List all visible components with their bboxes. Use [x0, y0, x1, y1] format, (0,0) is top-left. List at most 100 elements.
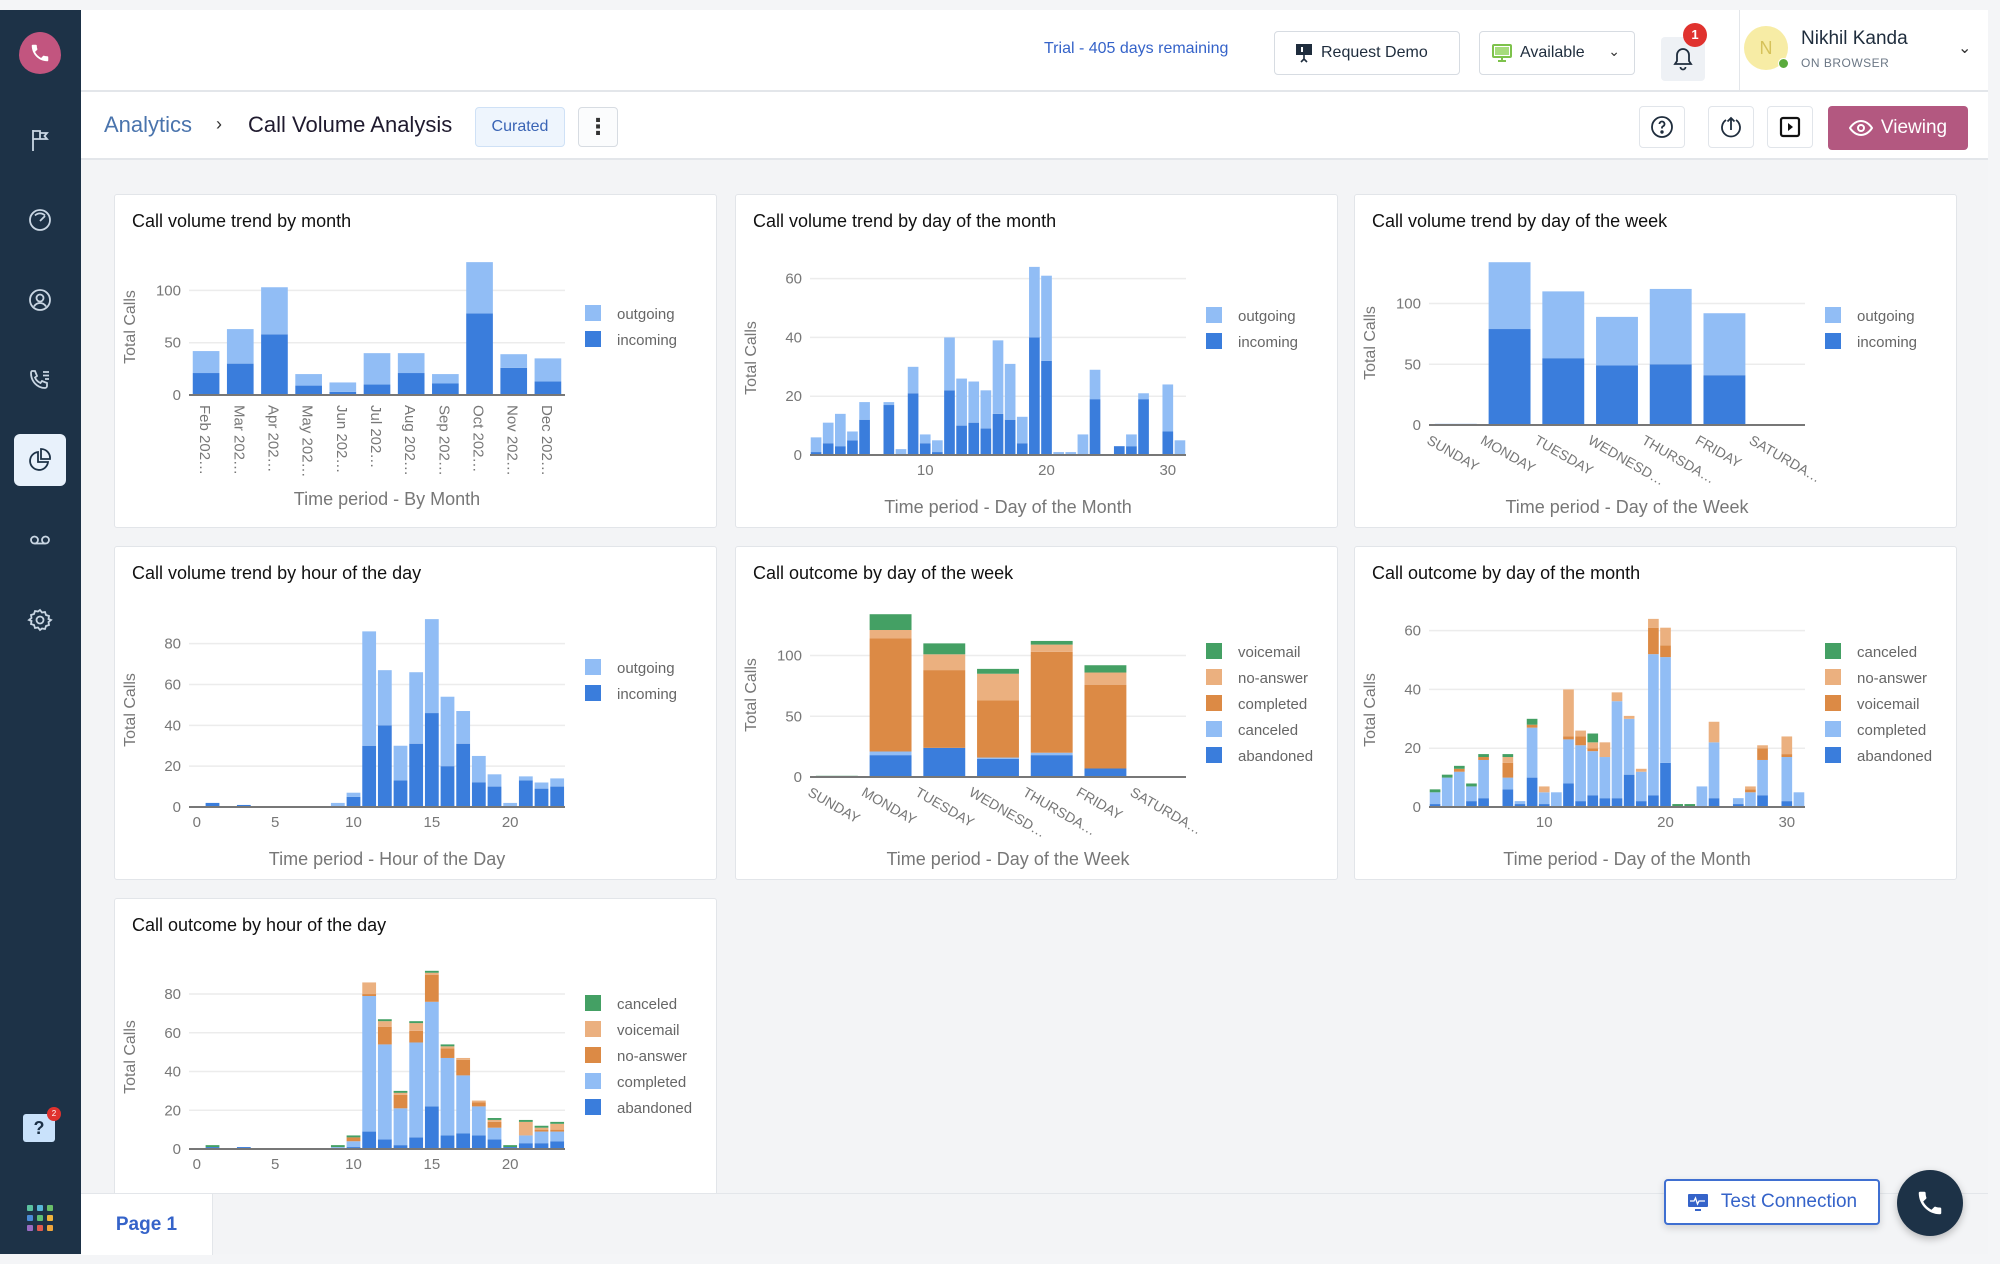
y-axis-label: Total Calls	[743, 658, 760, 732]
help-button[interactable]	[1639, 106, 1685, 148]
bar-canceled	[534, 1125, 549, 1128]
bar-completed	[409, 1042, 424, 1138]
chevron-down-icon: ⌄	[1608, 43, 1620, 59]
bar-incoming	[1162, 431, 1174, 455]
bar-outgoing	[424, 619, 439, 714]
bar-no-answer	[550, 1129, 565, 1132]
chart-card-outcome-by-day-of-month: Call outcome by day of the month 0 20 40 60…	[1354, 546, 1957, 880]
breadcrumb-bar: Analytics › Call Volume Analysis Curated…	[81, 92, 1988, 160]
upload-icon	[1721, 116, 1741, 138]
page-tab-1[interactable]: Page 1	[81, 1194, 213, 1255]
dialer-button[interactable]	[1897, 1170, 1963, 1236]
bar-incoming	[432, 383, 459, 395]
legend-swatch-outgoing	[585, 305, 601, 321]
bar-no-answer	[923, 654, 966, 671]
test-connection-button[interactable]: Test Connection	[1664, 1179, 1880, 1225]
bar-voicemail	[1030, 640, 1073, 645]
help-chat-button[interactable]: ? 2	[23, 1107, 61, 1142]
bar-no-answer	[1502, 757, 1514, 763]
chart-card-by-day-of-month: Call volume trend by day of the month 02…	[735, 194, 1338, 528]
bar-outgoing	[534, 358, 562, 382]
legend-swatch-incoming	[1825, 333, 1841, 349]
availability-dropdown[interactable]: Available ⌄	[1479, 31, 1635, 75]
x-tick-label: May 202…	[299, 405, 316, 478]
bar-completed	[487, 1127, 502, 1140]
bar-incoming	[500, 367, 528, 395]
trial-link[interactable]: Trial - 405 days remaining	[1044, 40, 1228, 58]
y-axis-label: Total Calls	[1362, 673, 1379, 747]
flag-icon	[32, 130, 49, 151]
bar-completed	[1526, 727, 1538, 778]
user-name[interactable]: Nikhil Kanda	[1801, 28, 1908, 50]
bar-outgoing	[456, 711, 471, 744]
x-tick-label: 20	[502, 1156, 519, 1173]
y-tick-label: 0	[173, 799, 181, 816]
bar-canceled	[393, 1090, 408, 1093]
y-tick-label: 50	[1404, 356, 1421, 373]
sidebar-item-flag[interactable]	[14, 114, 66, 166]
present-button[interactable]	[1767, 106, 1813, 148]
help-circle-icon	[1651, 116, 1673, 138]
bar-abandoned	[1084, 768, 1127, 777]
x-tick-label: 5	[271, 814, 279, 831]
more-options-button[interactable]: ⋮	[578, 107, 618, 147]
legend-label-voicemail: voicemail	[1238, 644, 1301, 661]
legend-swatch-incoming	[585, 331, 601, 347]
bar-voicemail	[550, 1123, 565, 1130]
bar-incoming	[847, 440, 858, 455]
breadcrumb-analytics-link[interactable]: Analytics	[104, 112, 192, 138]
bar-completed	[1441, 777, 1453, 807]
bar-no-answer	[1781, 736, 1793, 755]
legend-label-voicemail: voicemail	[1857, 696, 1920, 713]
bar-no-answer	[1623, 715, 1635, 719]
bar-voicemail	[518, 1121, 533, 1136]
page-title: Call Volume Analysis	[248, 112, 453, 137]
bar-outgoing	[810, 437, 822, 453]
sidebar-item-analytics[interactable]	[14, 434, 66, 486]
bar-incoming	[1703, 375, 1746, 425]
notification-badge: 1	[1683, 23, 1707, 47]
x-tick-label: 10	[917, 462, 934, 479]
bar-abandoned	[440, 1135, 455, 1149]
bar-no-answer	[1745, 786, 1756, 790]
sidebar-item-call-log[interactable]	[14, 354, 66, 406]
x-axis-label: Time period - Day of the Month	[884, 497, 1131, 517]
bar-voicemail	[869, 614, 912, 631]
legend-swatch-completed	[585, 1073, 601, 1089]
bar-outgoing	[440, 696, 455, 767]
bar-outgoing	[1016, 416, 1028, 444]
request-demo-button[interactable]: Request Demo	[1274, 31, 1460, 75]
sidebar-item-contacts[interactable]	[14, 274, 66, 326]
sidebar-item-settings[interactable]	[14, 594, 66, 646]
bar-outgoing	[1174, 440, 1186, 455]
bar-outgoing	[393, 745, 408, 781]
bar-voicemail	[362, 982, 377, 995]
y-tick-label: 40	[1404, 681, 1421, 698]
bar-no-answer	[362, 994, 377, 996]
app-launcher-icon[interactable]	[27, 1205, 55, 1231]
legend-label-no-answer: no-answer	[1857, 670, 1927, 687]
bar-canceled	[377, 1019, 392, 1022]
legend-label-incoming: incoming	[617, 686, 677, 703]
bar-canceled	[205, 1145, 220, 1148]
sidebar-item-dashboard[interactable]	[14, 194, 66, 246]
x-axis-label: Time period - Hour of the Day	[269, 849, 505, 869]
share-button[interactable]	[1708, 106, 1754, 148]
viewing-mode-button[interactable]: Viewing	[1828, 106, 1968, 150]
bar-outgoing	[192, 351, 220, 374]
user-circle-icon	[29, 289, 51, 311]
x-tick-label: MONDAY	[1478, 432, 1539, 476]
sidebar-item-voicemail[interactable]	[14, 514, 66, 566]
y-tick-label: 0	[173, 1141, 181, 1158]
bar-no-answer	[1599, 742, 1611, 758]
bar-completed	[534, 1131, 549, 1144]
y-tick-label: 20	[1404, 740, 1421, 757]
bar-incoming	[362, 745, 377, 807]
bar-abandoned	[1526, 777, 1538, 807]
x-tick-label: 10	[345, 814, 362, 831]
bar-canceled	[1526, 718, 1538, 725]
help-badge: 2	[47, 1107, 61, 1121]
user-menu-chevron-icon[interactable]: ⌄	[1958, 38, 1971, 58]
app-logo[interactable]	[19, 32, 61, 74]
legend-swatch-abandoned	[1206, 747, 1222, 763]
